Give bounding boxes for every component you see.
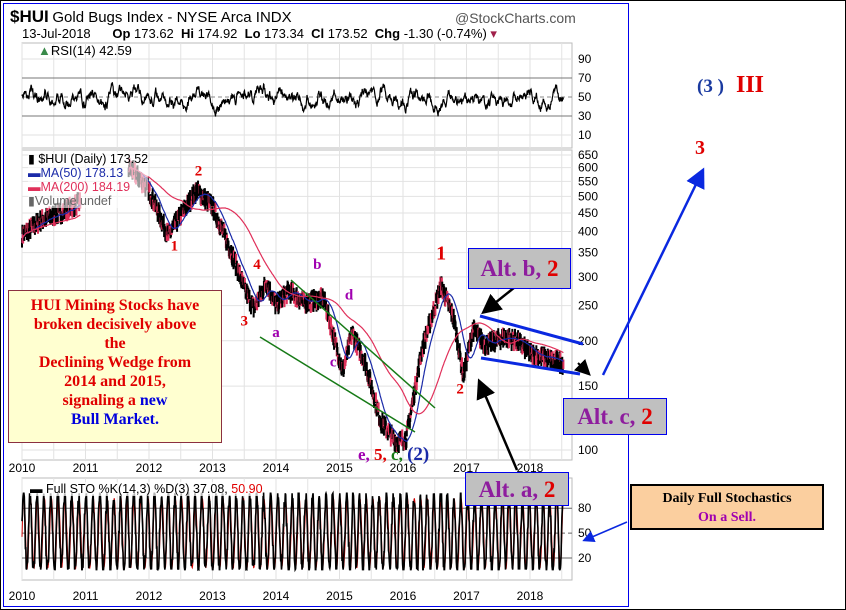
wave-label: 1 <box>171 238 179 254</box>
price-tick: 550 <box>578 174 598 188</box>
price-tick: 150 <box>578 379 598 393</box>
wave-iii-label: III <box>736 72 765 98</box>
price-tick: 350 <box>578 246 598 260</box>
alt-c-box: Alt. c, 2 <box>563 398 667 435</box>
ma200-legend: ▬MA(200) 184.19 <box>28 180 131 194</box>
year-label: 2016 <box>390 589 417 603</box>
rsi-tick: 10 <box>578 128 592 142</box>
price-tick: 300 <box>578 270 598 284</box>
alt-c-arrow <box>573 358 591 376</box>
ma50-legend: ▬MA(50) 178.13 <box>28 166 124 180</box>
wave-label: a <box>272 325 280 341</box>
year-label: 2013 <box>199 461 226 475</box>
year-label: 2015 <box>326 461 353 475</box>
wave-3-forecast-arrow <box>601 167 705 376</box>
wave-label: b <box>313 257 321 273</box>
year-label: 2012 <box>136 589 163 603</box>
price-tick: 450 <box>578 206 598 220</box>
year-label: 2017 <box>453 589 480 603</box>
year-label: 2012 <box>136 461 163 475</box>
sto-legend: ▬ Full STO %K(14,3) %D(3) 37.08, 50.90 <box>30 482 263 496</box>
year-label: 2018 <box>517 589 544 603</box>
price-tick: 600 <box>578 161 598 175</box>
wave-3-target-label: 3 <box>695 137 705 159</box>
year-label: 2014 <box>263 461 290 475</box>
year-label: 2013 <box>199 589 226 603</box>
wave-3-label: (3 ) <box>697 76 724 97</box>
price-tick: 400 <box>578 225 598 239</box>
year-label: 2010 <box>9 461 36 475</box>
stochastics-box: Daily Full Stochastics On a Sell. <box>630 484 824 530</box>
year-label: 2014 <box>263 589 290 603</box>
wave-label: 2 <box>456 382 464 398</box>
commentary-box: HUI Mining Stocks have broken decisively … <box>8 290 222 443</box>
rsi-tick: 50 <box>578 90 592 104</box>
rsi-tick: 30 <box>578 109 592 123</box>
sto-tick: 80 <box>578 501 592 515</box>
year-label: 2010 <box>9 589 36 603</box>
wave-label: 2 <box>195 164 203 180</box>
wave-label: 1 <box>436 242 446 264</box>
wave-label: 4 <box>253 257 261 273</box>
price-tick: 500 <box>578 189 598 203</box>
price-tick: 200 <box>578 334 598 348</box>
wave-label: c <box>330 354 337 370</box>
wave-label: 3 <box>241 314 249 330</box>
wave-bottom-label: e, 5, c, (2) <box>358 444 430 465</box>
wave-label: d <box>345 287 354 303</box>
rsi-tick: 70 <box>578 71 592 85</box>
rsi-tick: 90 <box>578 52 592 66</box>
year-label: 2011 <box>73 589 99 603</box>
sto-tick: 20 <box>578 551 592 565</box>
rsi-legend: ▲RSI(14) 42.59 <box>38 43 132 58</box>
year-label: 2011 <box>73 461 99 475</box>
price-legend: ▮ $HUI (Daily) 173.52 ▬MA(50) 178.13 ▬MA… <box>28 152 149 208</box>
volume-legend: ▮Volume undef <box>28 194 112 208</box>
alt-b-box: Alt. b, 2 <box>468 248 571 289</box>
price-legend-main: ▮ $HUI (Daily) 173.52 <box>28 152 149 166</box>
price-tick: 250 <box>578 299 598 313</box>
price-tick: 100 <box>578 443 598 457</box>
alt-a-box: Alt. a, 2 <box>465 472 569 506</box>
year-label: 2015 <box>326 589 353 603</box>
